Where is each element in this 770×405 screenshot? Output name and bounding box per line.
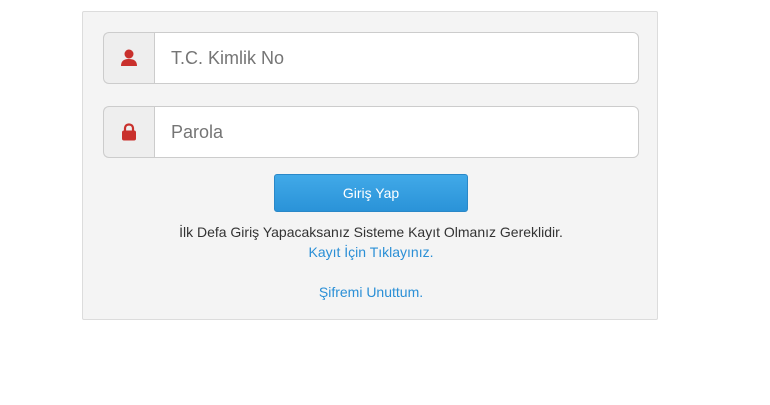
password-input[interactable] bbox=[154, 106, 639, 158]
login-panel: Giriş Yap İlk Defa Giriş Yapacaksanız Si… bbox=[82, 11, 658, 320]
forgot-password-link[interactable]: Şifremi Unuttum. bbox=[319, 284, 423, 300]
login-page: Giriş Yap İlk Defa Giriş Yapacaksanız Si… bbox=[0, 0, 770, 405]
username-input-group bbox=[103, 32, 639, 84]
forgot-password-row: Şifremi Unuttum. bbox=[83, 282, 659, 302]
user-icon bbox=[121, 49, 137, 66]
password-addon bbox=[103, 106, 154, 158]
register-link-row: Kayıt İçin Tıklayınız. bbox=[83, 242, 659, 262]
lock-icon bbox=[122, 123, 136, 141]
username-input[interactable] bbox=[154, 32, 639, 84]
password-input-group bbox=[103, 106, 639, 158]
register-link[interactable]: Kayıt İçin Tıklayınız. bbox=[308, 244, 433, 260]
username-addon bbox=[103, 32, 154, 84]
registration-notice: İlk Defa Giriş Yapacaksanız Sisteme Kayı… bbox=[179, 224, 563, 240]
login-button[interactable]: Giriş Yap bbox=[274, 174, 468, 212]
top-navigation-strip bbox=[160, 0, 600, 2]
